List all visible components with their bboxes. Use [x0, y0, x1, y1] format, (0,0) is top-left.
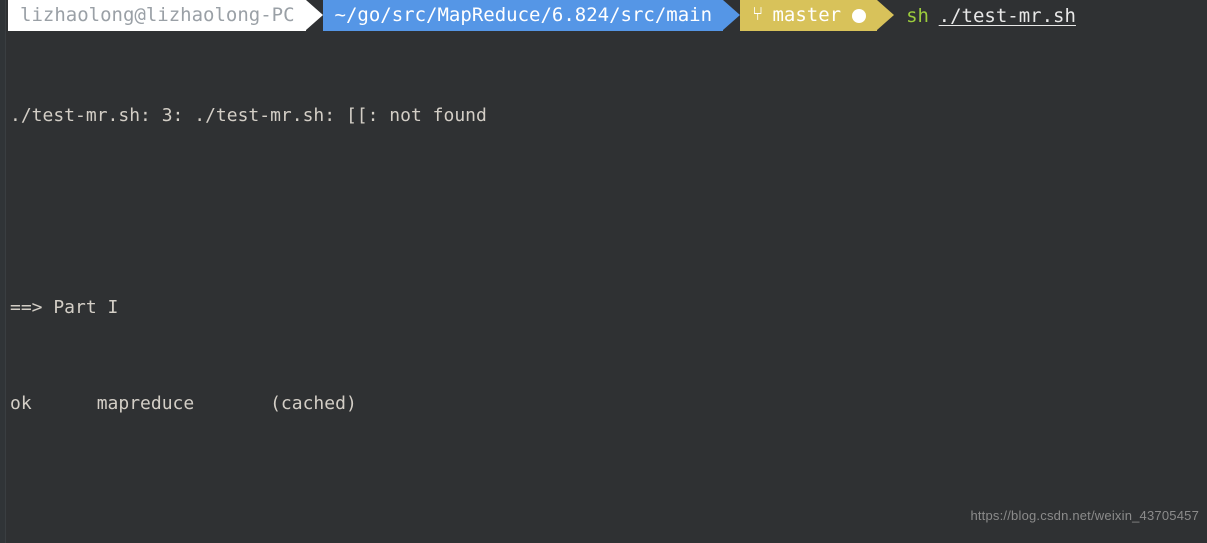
- output-line: ==> Part I: [10, 297, 119, 318]
- prompt-git-branch-label: master: [772, 4, 842, 26]
- git-dirty-dot-icon: [852, 8, 867, 23]
- command-verb: sh: [906, 4, 929, 27]
- prompt-git-chevron-icon: [877, 0, 895, 31]
- terminal-window[interactable]: lizhaolong@lizhaolong-PC ~/go/src/MapRed…: [0, 0, 1207, 543]
- terminal-output: ./test-mr.sh: 3: ./test-mr.sh: [[: not f…: [10, 36, 1200, 543]
- output-line: ./test-mr.sh: 3: ./test-mr.sh: [[: not f…: [10, 105, 487, 126]
- prompt-host-chevron-icon: [305, 0, 323, 31]
- prompt-host-segment: lizhaolong@lizhaolong-PC: [8, 0, 306, 31]
- output-line: ok mapreduce (cached): [10, 393, 357, 414]
- watermark-text: https://blog.csdn.net/weixin_43705457: [970, 508, 1199, 523]
- prompt-path-chevron-icon: [723, 0, 741, 31]
- prompt-path-segment: ~/go/src/MapReduce/6.824/src/main: [322, 0, 724, 31]
- prompt-path-label: ~/go/src/MapReduce/6.824/src/main: [334, 4, 713, 26]
- prompt-host-label: lizhaolong@lizhaolong-PC: [20, 4, 295, 26]
- command-line-text[interactable]: sh ./test-mr.sh: [894, 0, 1076, 31]
- shell-prompt-line: lizhaolong@lizhaolong-PC ~/go/src/MapRed…: [0, 0, 1207, 31]
- prompt-left-spacer: [0, 0, 8, 31]
- terminal-left-gutter: [0, 0, 6, 543]
- prompt-git-segment: ⑂ master: [740, 0, 878, 31]
- command-argument: ./test-mr.sh: [938, 4, 1076, 27]
- git-branch-icon: ⑂: [752, 3, 764, 25]
